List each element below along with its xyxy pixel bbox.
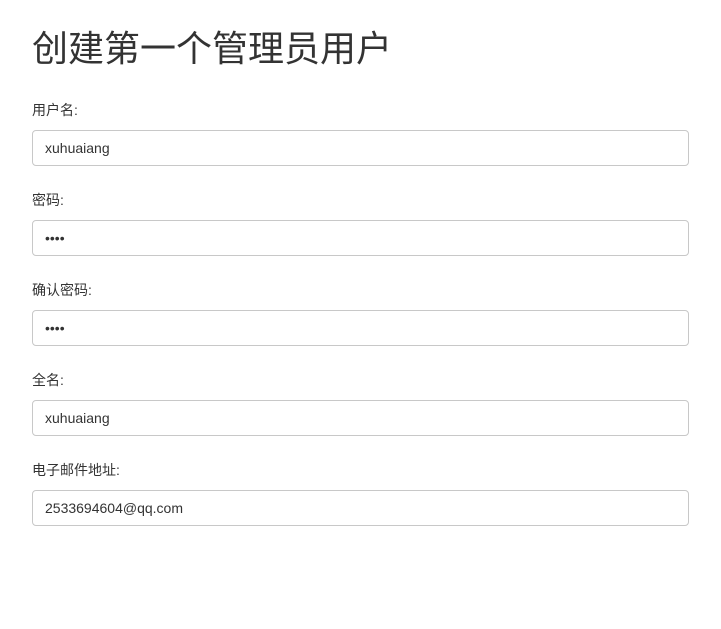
password-input[interactable] xyxy=(32,220,689,256)
username-label: 用户名: xyxy=(32,100,689,120)
fullname-input[interactable] xyxy=(32,400,689,436)
fullname-group: 全名: xyxy=(32,370,689,436)
username-group: 用户名: xyxy=(32,100,689,166)
confirm-password-input[interactable] xyxy=(32,310,689,346)
username-input[interactable] xyxy=(32,130,689,166)
email-group: 电子邮件地址: xyxy=(32,460,689,526)
email-input[interactable] xyxy=(32,490,689,526)
page-title: 创建第一个管理员用户 xyxy=(32,20,689,72)
confirm-password-group: 确认密码: xyxy=(32,280,689,346)
password-label: 密码: xyxy=(32,190,689,210)
password-group: 密码: xyxy=(32,190,689,256)
fullname-label: 全名: xyxy=(32,370,689,390)
email-label: 电子邮件地址: xyxy=(32,460,689,480)
confirm-password-label: 确认密码: xyxy=(32,280,689,300)
